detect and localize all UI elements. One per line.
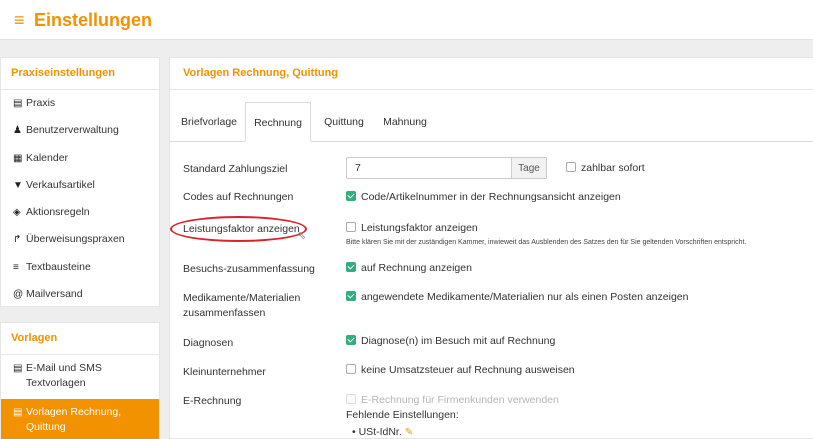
sidebar-item-label: Vorlagen Rechnung, — [26, 406, 122, 418]
diagnosen-checkbox[interactable] — [346, 335, 356, 345]
kleinunternehmer-option[interactable]: keine Umsatzsteuer auf Rechnung ausweise… — [346, 363, 575, 378]
sidebar-item-textbausteine[interactable]: ≡ Textbausteine — [1, 254, 159, 281]
tab-rechnung[interactable]: Rechnung — [245, 102, 311, 142]
main-panel: Vorlagen Rechnung, Quittung Briefvorlage… — [169, 57, 813, 439]
main-panel-title: Vorlagen Rechnung, Quittung — [170, 58, 813, 90]
users-icon: ♟ — [13, 125, 22, 137]
document-icon: ▤ — [13, 407, 23, 418]
besuch-option[interactable]: auf Rechnung anzeigen — [346, 261, 472, 276]
share-icon: ↱ — [13, 234, 22, 246]
codes-checkbox[interactable] — [346, 191, 356, 201]
besuch-checkbox-label: auf Rechnung anzeigen — [361, 262, 472, 274]
sidebar-item-label: Quittung — [26, 421, 66, 433]
zahlbar-sofort-label: zahlbar sofort — [581, 162, 645, 174]
sidebar-item-label: Textbausteine — [26, 260, 91, 273]
zahlbar-sofort-checkbox[interactable] — [566, 162, 576, 172]
sidebar-item-benutzerverwaltung[interactable]: ♟ Benutzerverwaltung — [1, 117, 159, 144]
sidebar-item-label: Verkaufsartikel — [26, 178, 95, 191]
sidebar-item-vorlagen-rechnung[interactable]: ▤ Vorlagen Rechnung, Quittung — [1, 399, 159, 439]
diagnosen-checkbox-label: Diagnose(n) im Besuch mit auf Rechnung — [361, 335, 556, 347]
document-icon: ▤ — [13, 363, 23, 374]
tab-quittung[interactable]: Quittung — [314, 102, 374, 142]
sidebar-section-title: Vorlagen — [1, 323, 159, 355]
sidebar-item-verkaufsartikel[interactable]: ▼ Verkaufsartikel — [1, 172, 159, 199]
erechnung-checkbox-label: E-Rechnung für Firmenkunden verwenden — [361, 394, 559, 406]
medikamente-label-line2: zusammenfassen — [183, 307, 266, 319]
zahlungsziel-input[interactable]: 7 — [346, 157, 512, 179]
zahlungsziel-label: Standard Zahlungsziel — [183, 163, 288, 175]
medikamente-label-line1: Medikamente/Materialien — [183, 292, 301, 304]
diagnosen-option[interactable]: Diagnose(n) im Besuch mit auf Rechnung — [346, 334, 555, 349]
codes-label: Codes auf Rechnungen — [183, 191, 294, 203]
kleinunternehmer-checkbox-label: keine Umsatzsteuer auf Rechnung ausweise… — [361, 364, 575, 376]
missing-settings-title: Fehlende Einstellungen: — [346, 409, 459, 421]
leistungsfaktor-checkbox-label: Leistungsfaktor anzeigen — [361, 222, 478, 234]
besuch-checkbox[interactable] — [346, 262, 356, 272]
medikamente-option[interactable]: angewendete Medikamente/Materialien nur … — [346, 290, 688, 305]
mouse-cursor-icon: ⇖ — [297, 230, 307, 242]
sidebar-item-ueberweisungspraxen[interactable]: ↱ Überweisungspraxen — [1, 226, 159, 253]
kleinunternehmer-label: Kleinunternehmer — [183, 366, 266, 378]
sidebar-item-mailversand[interactable]: @ Mailversand — [1, 281, 159, 308]
leistungsfaktor-hint: Bitte klären Sie mit der zuständigen Kam… — [346, 239, 747, 246]
codes-option[interactable]: Code/Artikelnummer in der Rechnungsansic… — [346, 190, 621, 205]
codes-checkbox-label: Code/Artikelnummer in der Rechnungsansic… — [361, 191, 621, 203]
zahlbar-sofort-option[interactable]: zahlbar sofort — [566, 161, 645, 176]
calendar-icon: ▦ — [13, 152, 23, 164]
missing-setting-item: • USt-IdNr. ✎ — [352, 426, 414, 438]
top-bar: ≡ Einstellungen — [0, 0, 813, 40]
cart-icon: ▼ — [13, 179, 23, 191]
sidebar-item-aktionsregeln[interactable]: ◈ Aktionsregeln — [1, 199, 159, 226]
sidebar-item-label: Kalender — [26, 151, 69, 164]
sidebar-item-email-sms-vorlagen[interactable]: ▤ E-Mail und SMS Textvorlagen — [1, 355, 159, 399]
sidebar-item-label: Mailversand — [26, 288, 83, 301]
sidebar-section-title: Praxiseinstellungen — [1, 58, 159, 90]
building-icon: ▤ — [13, 98, 23, 109]
sidebar-item-label: Benutzerverwaltung — [26, 124, 119, 137]
sidebar-item-label: Praxis — [26, 97, 56, 109]
sidebar-item-label: Aktionsregeln — [26, 206, 90, 219]
red-annotation-circle — [170, 216, 307, 242]
page-title: Einstellungen — [34, 10, 153, 30]
tab-mahnung[interactable]: Mahnung — [374, 102, 436, 142]
leistungsfaktor-option[interactable]: Leistungsfaktor anzeigen — [346, 221, 478, 236]
tab-bar: Briefvorlage Rechnung Quittung Mahnung — [170, 102, 813, 142]
sidebar-vorlagen: Vorlagen ▤ E-Mail und SMS Textvorlagen ▤ Vo… — [0, 322, 160, 439]
rules-icon: ◈ — [13, 207, 21, 219]
edit-icon[interactable]: ✎ — [405, 427, 413, 438]
medikamente-checkbox-label: angewendete Medikamente/Materialien nur … — [361, 291, 689, 303]
sidebar-item-label: E-Mail und SMS — [26, 362, 102, 374]
sidebar-item-label: Überweisungspraxen — [26, 233, 125, 246]
kleinunternehmer-checkbox[interactable] — [346, 364, 356, 374]
erechnung-label: E-Rechnung — [183, 395, 242, 407]
zahlungsziel-unit: Tage — [511, 157, 547, 179]
tab-briefvorlage[interactable]: Briefvorlage — [174, 102, 244, 142]
sidebar-praxiseinstellungen: Praxiseinstellungen ▤ Praxis ♟ Benutzerver… — [0, 57, 160, 307]
zahlungsziel-input-group: 7 Tage — [346, 157, 552, 179]
sidebar-item-kalender[interactable]: ▦ Kalender — [1, 145, 159, 172]
leistungsfaktor-checkbox[interactable] — [346, 222, 356, 232]
hamburger-menu-icon[interactable]: ≡ — [14, 10, 25, 30]
diagnosen-label: Diagnosen — [183, 337, 234, 349]
erechnung-option: E-Rechnung für Firmenkunden verwenden — [346, 393, 559, 408]
medikamente-label: Medikamente/Materialien zusammenfassen — [183, 291, 300, 321]
besuch-label: Besuchs-zusammenfassung — [183, 263, 315, 275]
missing-setting-label: USt-IdNr. — [358, 426, 402, 438]
at-icon: @ — [13, 289, 24, 301]
medikamente-checkbox[interactable] — [346, 291, 356, 301]
text-icon: ≡ — [13, 261, 19, 273]
sidebar-item-praxis[interactable]: ▤ Praxis — [1, 90, 159, 117]
sidebar-item-label: Textvorlagen — [26, 377, 86, 389]
erechnung-checkbox — [346, 394, 356, 404]
